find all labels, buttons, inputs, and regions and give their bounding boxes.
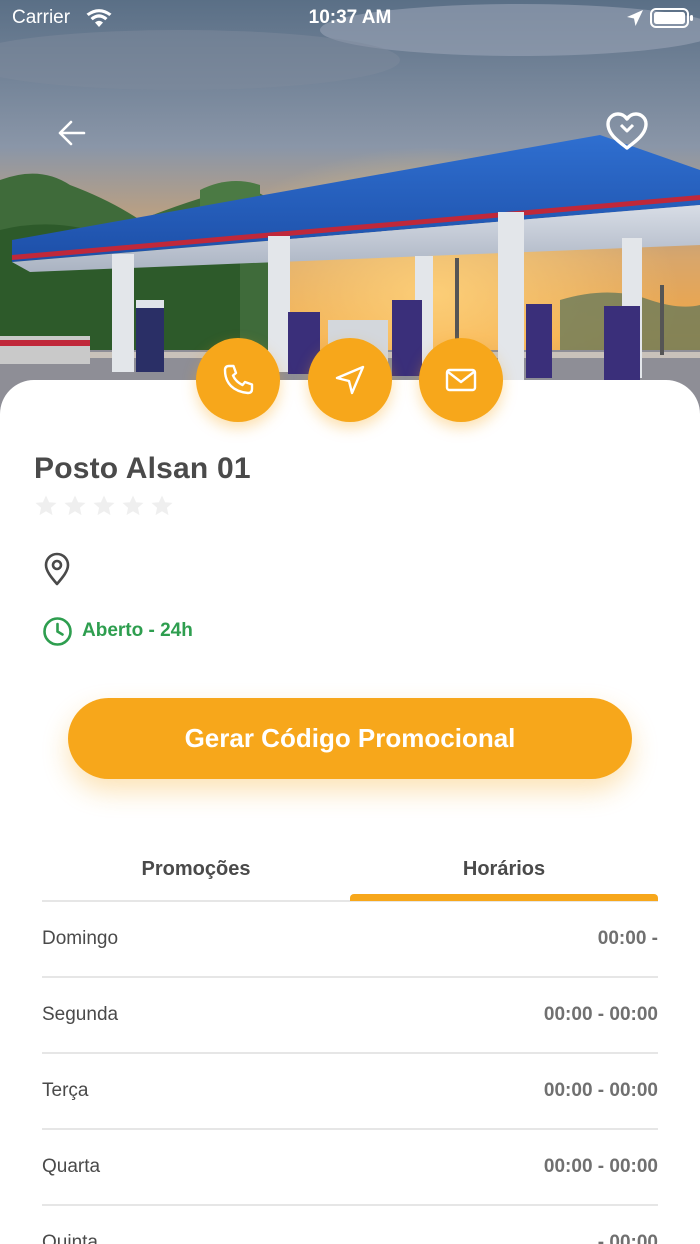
generate-promo-code-button[interactable]: Gerar Código Promocional bbox=[68, 698, 632, 779]
tab-promocoes[interactable]: Promoções bbox=[42, 846, 350, 902]
navigation-icon bbox=[335, 365, 365, 395]
star-icon bbox=[122, 495, 144, 516]
heart-icon bbox=[606, 112, 648, 150]
status-bar: Carrier 10:37 AM bbox=[0, 0, 700, 38]
active-tab-indicator bbox=[350, 894, 658, 901]
rating-stars bbox=[34, 494, 174, 518]
star-icon bbox=[64, 495, 86, 516]
map-pin-icon bbox=[44, 552, 70, 586]
opening-hours-list: Domingo 00:00 - Segunda 00:00 - 00:00 Te… bbox=[42, 902, 658, 1244]
clock-time: 10:37 AM bbox=[308, 7, 392, 28]
hours-row-quarta: Quarta 00:00 - 00:00 bbox=[42, 1130, 658, 1206]
hours-row-terca: Terça 00:00 - 00:00 bbox=[42, 1054, 658, 1130]
favorite-button[interactable] bbox=[604, 110, 650, 152]
mail-icon bbox=[445, 368, 477, 392]
phone-icon bbox=[223, 364, 254, 395]
back-button[interactable] bbox=[52, 113, 92, 153]
hours-time: 00:00 - 00:00 bbox=[543, 1004, 658, 1025]
email-button[interactable] bbox=[419, 338, 503, 422]
hours-day: Quinta bbox=[42, 1232, 98, 1244]
hours-row-segunda: Segunda 00:00 - 00:00 bbox=[42, 978, 658, 1054]
hours-day: Terça bbox=[42, 1080, 89, 1101]
hours-time: 00:00 - 00:00 bbox=[543, 1156, 658, 1177]
location-arrow-icon bbox=[627, 10, 643, 26]
hours-row-domingo: Domingo 00:00 - bbox=[42, 902, 658, 978]
tab-bar: Promoções Horários bbox=[42, 846, 658, 902]
star-icon bbox=[93, 495, 115, 516]
hours-day: Domingo bbox=[42, 928, 119, 949]
star-icon bbox=[151, 495, 173, 516]
battery-icon bbox=[650, 8, 693, 28]
star-icon bbox=[35, 495, 57, 516]
open-status: Aberto - 24h bbox=[82, 620, 193, 641]
arrow-left-icon bbox=[58, 120, 86, 146]
hours-day: Segunda bbox=[42, 1004, 119, 1025]
hours-time: 00:00 - 00:00 bbox=[543, 1080, 658, 1101]
hours-time: - 00:00 bbox=[597, 1232, 658, 1244]
hours-row-quinta: Quinta - 00:00 bbox=[42, 1206, 658, 1244]
call-button[interactable] bbox=[196, 338, 280, 422]
hours-day: Quarta bbox=[42, 1156, 101, 1177]
station-name: Posto Alsan 01 bbox=[34, 452, 251, 485]
directions-button[interactable] bbox=[308, 338, 392, 422]
hours-time: 00:00 - bbox=[597, 928, 658, 949]
clock-icon bbox=[43, 617, 72, 646]
